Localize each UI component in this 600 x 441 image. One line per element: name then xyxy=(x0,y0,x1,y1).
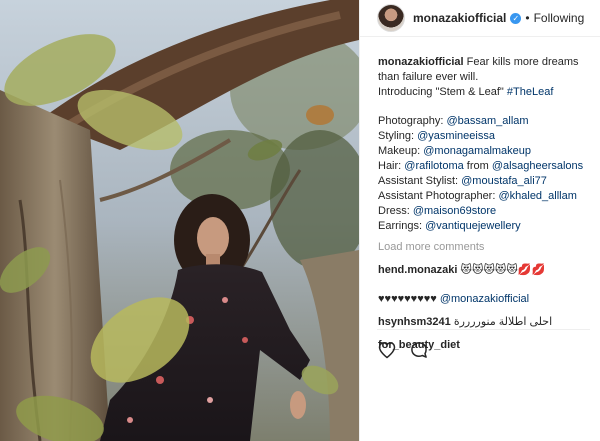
load-more-comments-link[interactable]: Load more comments xyxy=(378,240,590,255)
avatar[interactable] xyxy=(377,4,405,32)
comments-section: monazakiofficial Fear kills more dreams … xyxy=(360,37,600,353)
credit-styling: Styling: @yasmineeissa xyxy=(378,129,590,144)
credit-assistant-stylist: Assistant Stylist: @moustafa_ali77 xyxy=(378,174,590,189)
separator-dot: • xyxy=(525,11,530,25)
credit-label: Hair: xyxy=(378,160,405,172)
comment-author[interactable]: hsynhsm3241 xyxy=(378,316,451,328)
mention-link[interactable]: @rafilotoma xyxy=(404,160,463,172)
speech-bubble-icon[interactable] xyxy=(409,340,429,360)
heart-outline-icon[interactable] xyxy=(377,340,397,360)
comment-text: احلى اطلالة منوررررة xyxy=(450,316,553,328)
credit-assistant-photographer: Assistant Photographer: @khaled_alllam xyxy=(378,189,590,204)
credit-makeup: Makeup: @monagamalmakeup xyxy=(378,144,590,159)
following-button[interactable]: Following xyxy=(534,11,585,25)
post-photo[interactable] xyxy=(0,0,359,441)
mention-link[interactable]: @vantiquejewellery xyxy=(425,220,521,232)
mention-link[interactable]: @bassam_allam xyxy=(447,115,529,127)
mention-link[interactable]: @alsagheersalons xyxy=(492,160,583,172)
credit-photography: Photography: @bassam_allam xyxy=(378,114,590,129)
caption-text-1: Fear kills more dreams xyxy=(466,56,579,68)
mention-link[interactable]: @moustafa_ali77 xyxy=(461,175,547,187)
credit-label: Assistant Photographer: xyxy=(378,190,499,202)
credit-middle: from xyxy=(463,160,492,172)
credit-earrings: Earrings: @vantiquejewellery xyxy=(378,219,590,234)
mention-link[interactable]: @maison69store xyxy=(413,205,496,217)
post-header: monazakiofficial ✓ • Following xyxy=(360,0,600,37)
credit-label: Earrings: xyxy=(378,220,426,232)
caption-text-2: than failure ever will. xyxy=(378,71,479,83)
mention-link[interactable]: @monazakiofficial xyxy=(440,293,529,305)
credit-hair: Hair: @rafilotoma from @alsagheersalons xyxy=(378,159,590,174)
comment-author[interactable]: hend.monazaki xyxy=(378,264,457,276)
hashtag-link[interactable]: #TheLeaf xyxy=(507,86,553,98)
actions-divider xyxy=(377,329,590,330)
mention-link[interactable]: @yasmineeissa xyxy=(417,130,495,142)
caption: monazakiofficial Fear kills more dreams … xyxy=(378,55,590,234)
caption-text-3: Introducing "Stem & Leaf" xyxy=(378,86,507,98)
comment-item: ♥♥♥♥♥♥♥♥♥ @monazakiofficial xyxy=(378,292,590,307)
comment-item: hend.monazaki 😻😻😻😻😻💋💋 xyxy=(378,263,590,278)
credit-label: Assistant Stylist: xyxy=(378,175,462,187)
comment-item: hsynhsm3241 احلى اطلالة منوررررة xyxy=(378,315,590,330)
comment-text: ♥♥♥♥♥♥♥♥♥ xyxy=(378,293,440,305)
mention-link[interactable]: @khaled_alllam xyxy=(498,190,576,202)
username[interactable]: monazakiofficial xyxy=(413,11,506,25)
mention-link[interactable]: @monagamalmakeup xyxy=(423,145,531,157)
caption-author[interactable]: monazakiofficial xyxy=(378,56,464,68)
credit-label: Makeup: xyxy=(378,145,424,157)
credit-label: Dress: xyxy=(378,205,413,217)
comment-text: 😻😻😻😻😻💋💋 xyxy=(457,264,546,276)
credit-dress: Dress: @maison69store xyxy=(378,204,590,219)
verified-badge-icon: ✓ xyxy=(510,12,522,24)
photo-illustration xyxy=(0,0,359,441)
credit-label: Photography: xyxy=(378,115,447,127)
credit-label: Styling: xyxy=(378,130,418,142)
post-side-panel: monazakiofficial ✓ • Following monazakio… xyxy=(359,0,600,441)
post-actions xyxy=(377,340,429,360)
